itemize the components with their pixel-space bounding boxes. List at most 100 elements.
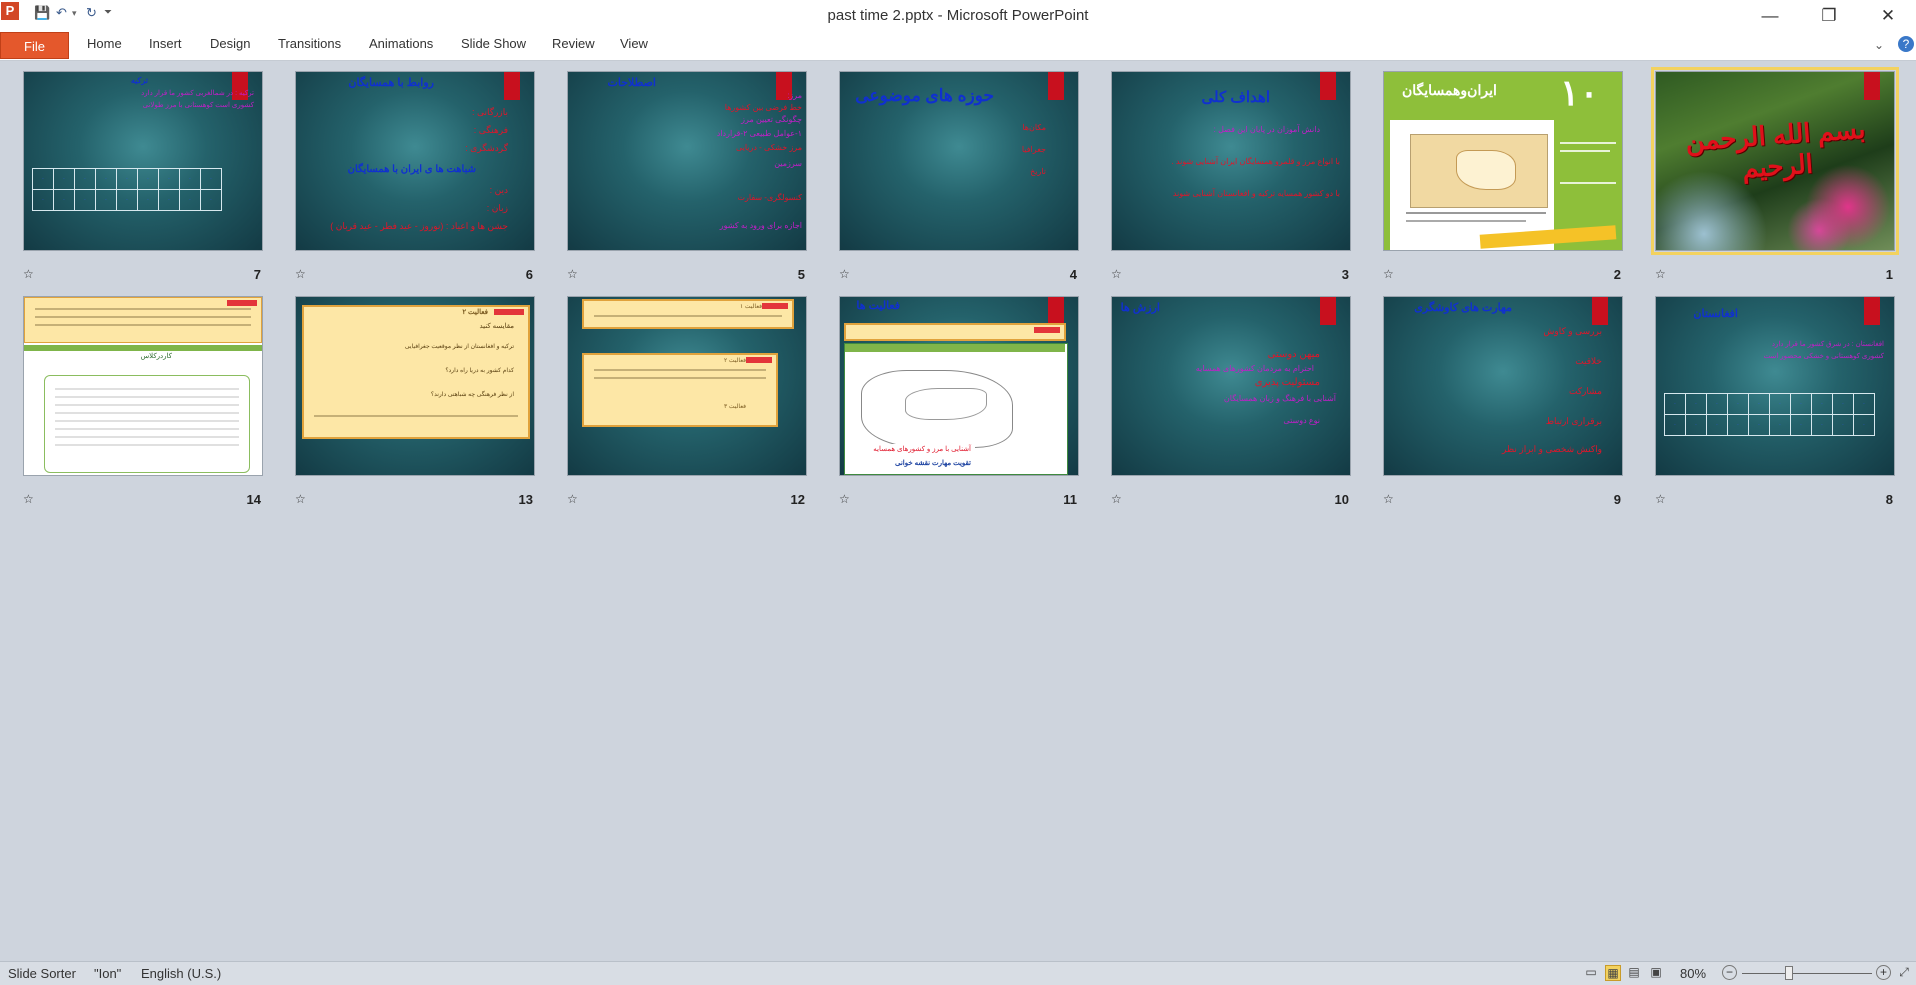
- slide-thumbnail-6[interactable]: روابط با همسایگان بازرگانی : فرهنگی : گر…: [295, 71, 535, 282]
- slide-number: 4: [1069, 267, 1077, 282]
- slide-text-line: با دو کشور همسایه ترکیه و افغانستان آشنا…: [1172, 189, 1340, 198]
- status-bar: Slide Sorter "Ion" English (U.S.) ▭ ▦ ▤ …: [0, 961, 1916, 985]
- minimize-button[interactable]: —: [1750, 4, 1790, 28]
- slide-thumbnail-2[interactable]: ایران‌وهمسایگان ۱۰ ☆ 2: [1383, 71, 1623, 282]
- slide-text-line: کاردرکلاس: [140, 353, 172, 360]
- zoom-in-button[interactable]: +: [1876, 965, 1891, 980]
- zoom-level[interactable]: 80%: [1680, 966, 1706, 981]
- normal-view-icon[interactable]: ▭: [1584, 965, 1598, 979]
- slide-text-line: کنسولگری- سفارت: [737, 193, 803, 202]
- slide-thumbnail-9[interactable]: مهارت های کاوشگری بررسی و کاوش خلاقیت مش…: [1383, 296, 1623, 507]
- transition-icon[interactable]: ☆: [839, 267, 850, 281]
- tab-insert[interactable]: Insert: [149, 36, 182, 51]
- slide-sorter-area: بسم الله الرحمن الرحیم ☆ 1 ایران‌وهمسایگ…: [0, 61, 1916, 961]
- transition-icon[interactable]: ☆: [23, 267, 34, 281]
- tab-animations[interactable]: Animations: [369, 36, 433, 51]
- slide-number: 1: [1885, 267, 1893, 282]
- transition-icon[interactable]: ☆: [1383, 492, 1394, 506]
- slide-number: 3: [1341, 267, 1349, 282]
- transition-icon[interactable]: ☆: [839, 492, 850, 506]
- slide-thumbnail-10[interactable]: ارزش ها میهن دوستی احترام به مردمان کشور…: [1111, 296, 1351, 507]
- slide-text-line: کشوری کوهستانی و خشکی محصور است: [1763, 353, 1884, 360]
- slide-number: 5: [797, 267, 805, 282]
- slide-title: حوزه های موضوعی: [855, 86, 994, 105]
- reading-view-icon[interactable]: ▤: [1627, 965, 1641, 979]
- slide-thumbnail-3[interactable]: اهداف کلی دانش آموزان در پایان این فصل :…: [1111, 71, 1351, 282]
- slide-number: 7: [253, 267, 261, 282]
- fit-to-window-icon[interactable]: ⤢: [1897, 965, 1911, 979]
- slide-text-line: چگونگی تعیین مرز: [741, 115, 802, 124]
- zoom-out-button[interactable]: −: [1722, 965, 1737, 980]
- tab-review[interactable]: Review: [552, 36, 595, 51]
- file-tab[interactable]: File: [0, 32, 69, 59]
- slide-title: افغانستان: [1693, 308, 1738, 320]
- slide-number: 6: [525, 267, 533, 282]
- slide-text-line: دین :: [489, 185, 508, 195]
- slide-text-line: دانش آموزان در پایان این فصل :: [1213, 125, 1320, 134]
- transition-icon[interactable]: ☆: [1655, 267, 1666, 281]
- slide-text-line: کشوری است کوهستانی با مرز طولانی: [142, 102, 254, 109]
- slide-text-line: تاریخ: [1030, 167, 1046, 176]
- slide-title: ترکیه: [130, 76, 148, 85]
- close-button[interactable]: ✕: [1868, 4, 1908, 28]
- slide-title: روابط با همسایگان: [348, 77, 434, 89]
- zoom-slider-thumb[interactable]: [1785, 966, 1793, 980]
- minimize-ribbon-icon[interactable]: ⌄: [1874, 38, 1884, 52]
- slide-thumbnail-7[interactable]: ترکیه ترکیه : در شمالغربی کشور ما قرار د…: [23, 71, 263, 282]
- tab-transitions[interactable]: Transitions: [278, 36, 341, 51]
- slide-text-line: کدام کشور به دریا راه دارد؟: [445, 368, 514, 374]
- slide-text-line: آشنایی با فرهنگ و زبان همسایگان: [1223, 394, 1336, 403]
- slide-text-line: فعالیت ۲: [462, 309, 488, 316]
- slide-text-line: مشارکت: [1568, 386, 1602, 396]
- slide-text-line: مرز خشکی - دریایی: [735, 143, 802, 152]
- transition-icon[interactable]: ☆: [295, 267, 306, 281]
- transition-icon[interactable]: ☆: [1111, 492, 1122, 506]
- slide-text-line: برقراری ارتباط: [1545, 416, 1602, 426]
- slide-text-line: فعالیت ۱: [739, 304, 762, 310]
- slide-title: ایران‌وهمسایگان: [1402, 82, 1497, 98]
- slide-text-line: مکان‌ها: [1022, 123, 1046, 132]
- slide-show-view-icon[interactable]: ▣: [1649, 965, 1663, 979]
- slide-thumbnail-12[interactable]: فعالیت ۱ فعالیت ۲ فعالیت ۳ ☆ 12: [567, 296, 807, 507]
- slide-text-line: میهن دوستی: [1267, 349, 1320, 360]
- slide-text-line: خلاقیت: [1575, 356, 1602, 366]
- restore-button[interactable]: ❐: [1809, 4, 1849, 28]
- slide-sorter-view-icon[interactable]: ▦: [1605, 965, 1621, 981]
- slide-thumbnail-5[interactable]: اصطلاحات مرز: خط فرضی بین کشورها چگونگی …: [567, 71, 807, 282]
- slide-text-line: آشنایی با مرز و کشورهای همسایه: [873, 446, 971, 453]
- slide-thumbnail-1[interactable]: بسم الله الرحمن الرحیم ☆ 1: [1651, 67, 1899, 282]
- slide-number: 8: [1885, 492, 1893, 507]
- status-theme-name[interactable]: "Ion": [94, 966, 121, 981]
- transition-icon[interactable]: ☆: [567, 492, 578, 506]
- slide-number: 9: [1613, 492, 1621, 507]
- transition-icon[interactable]: ☆: [1383, 267, 1394, 281]
- slide-title: اصطلاحات: [607, 77, 657, 89]
- slide-thumbnail-8[interactable]: افغانستان افغانستان : در شرق کشور ما قرا…: [1655, 296, 1895, 507]
- slide-text-line: ترکیه و افغانستان از نظر موقعیت جغرافیای…: [404, 344, 514, 350]
- status-language[interactable]: English (U.S.): [141, 966, 221, 981]
- transition-icon[interactable]: ☆: [567, 267, 578, 281]
- transition-icon[interactable]: ☆: [1655, 492, 1666, 506]
- zoom-slider-track[interactable]: [1742, 973, 1872, 974]
- transition-icon[interactable]: ☆: [1111, 267, 1122, 281]
- slide-thumbnail-11[interactable]: فعالیت ها آشنایی با مرز و کشورهای همسایه…: [839, 296, 1079, 507]
- slide-text-line: بررسی و کاوش: [1543, 326, 1602, 336]
- help-icon[interactable]: ?: [1898, 36, 1914, 52]
- slide-thumbnail-4[interactable]: حوزه های موضوعی مکان‌ها جغرافیا تاریخ ☆ …: [839, 71, 1079, 282]
- slide-text-line: مقایسه کنید: [479, 323, 514, 330]
- slide-thumbnail-13[interactable]: فعالیت ۲ مقایسه کنید ترکیه و افغانستان ا…: [295, 296, 535, 507]
- slide-number: 11: [1063, 492, 1077, 507]
- transition-icon[interactable]: ☆: [295, 492, 306, 506]
- transition-icon[interactable]: ☆: [23, 492, 34, 506]
- slide-thumbnail-14[interactable]: کاردرکلاس ☆ 14: [23, 296, 263, 507]
- tab-design[interactable]: Design: [210, 36, 250, 51]
- slide-text-line: مرز:: [787, 91, 802, 100]
- tab-slide-show[interactable]: Slide Show: [461, 36, 526, 51]
- status-view-name: Slide Sorter: [8, 966, 76, 981]
- slide-text-line: سرزمین: [774, 159, 802, 168]
- slide-text-line: جشن ها و اعیاد : (نوروز - عید فطر - عید …: [330, 221, 508, 231]
- tab-home[interactable]: Home: [87, 36, 122, 51]
- tab-view[interactable]: View: [620, 36, 648, 51]
- window-title: past time 2.pptx - Microsoft PowerPoint: [827, 7, 1089, 24]
- slide-number: 10: [1334, 492, 1349, 507]
